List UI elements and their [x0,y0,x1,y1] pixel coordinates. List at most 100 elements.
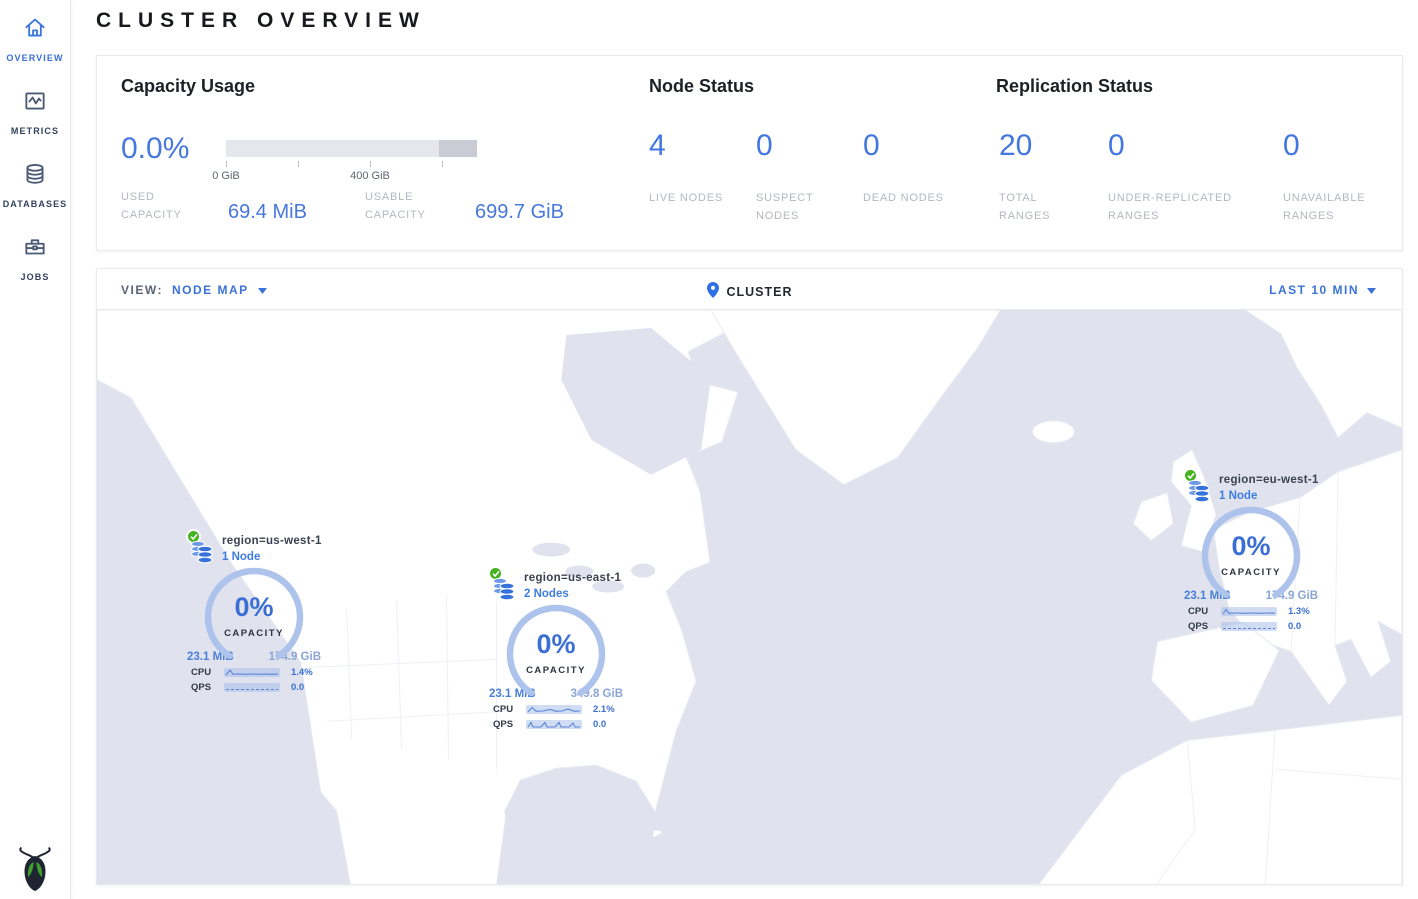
live-nodes-value: 4 [649,131,741,161]
sidebar-item-metrics[interactable]: METRICS [0,73,70,146]
main-content: CLUSTER OVERVIEW Capacity Usage Node Sta… [71,0,1418,899]
cpu-label: CPU [493,704,526,715]
capacity-used-percent: 0.0% [121,132,189,166]
locality-node-count[interactable]: 1 Node [222,551,260,563]
capacity-bar [226,140,477,157]
locality-name[interactable]: region=us-west-1 [222,535,322,547]
capacity-tick-label-0: 0 GiB [196,170,256,182]
time-range-selector[interactable]: LAST 10 MIN [1269,283,1376,297]
qps-sparkline [1221,622,1277,631]
capacity-percent: 0% [204,592,304,623]
cockroachdb-logo [0,845,70,893]
qps-label: QPS [493,719,526,730]
qps-sparkline [224,683,280,692]
sidebar-item-label: JOBS [21,272,50,282]
briefcase-icon [22,234,48,265]
breadcrumb-label: CLUSTER [726,285,792,299]
chevron-down-icon [258,283,267,297]
sidebar-item-overview[interactable]: OVERVIEW [0,0,70,73]
live-nodes-label: LIVE NODES [649,190,741,208]
unavailable-ranges-value: 0 [1283,131,1393,161]
capacity-usage-title: Capacity Usage [121,76,255,97]
locality-marker-us-east-1: region=us-east-1 2 Nodes 0% CAPACITY 23.… [486,566,626,730]
chevron-down-icon [1367,283,1376,297]
usable-capacity-value: 699.7 GiB [475,201,564,224]
cpu-value: 2.1% [593,704,615,715]
under-replicated-ranges-value: 0 [1108,131,1270,161]
breadcrumb[interactable]: CLUSTER [706,282,792,301]
replication-status-title: Replication Status [996,76,1153,97]
qps-value: 0.0 [593,719,606,730]
used-capacity-label: USED CAPACITY [121,189,209,224]
node-map-card: VIEW: NODE MAP CLUSTER LAST 10 MIN [96,268,1403,885]
sidebar: OVERVIEW METRICS DATABASES JOBS [0,0,71,899]
cpu-value: 1.3% [1288,606,1310,617]
qps-label: QPS [191,682,224,693]
total-ranges-label: TOTAL RANGES [999,190,1091,225]
stat-under-replicated-ranges: 0 UNDER-REPLICATED RANGES [1108,131,1270,225]
suspect-nodes-value: 0 [756,131,848,161]
qps-label: QPS [1188,621,1221,632]
page-title: CLUSTER OVERVIEW [96,9,426,33]
locality-name[interactable]: region=us-east-1 [524,572,621,584]
under-replicated-ranges-label: UNDER-REPLICATED RANGES [1108,190,1270,225]
locality-marker-eu-west-1: region=eu-west-1 1 Node 0% CAPACITY 23.1… [1181,468,1321,632]
cpu-value: 1.4% [291,667,313,678]
stat-unavailable-ranges: 0 UNAVAILABLE RANGES [1283,131,1393,225]
stat-suspect-nodes: 0 SUSPECT NODES [756,131,848,225]
capacity-caption: CAPACITY [204,628,304,639]
capacity-caption: CAPACITY [1201,567,1301,578]
dead-nodes-value: 0 [863,131,955,161]
cpu-sparkline [526,705,582,714]
locality-marker-us-west-1: region=us-west-1 1 Node 0% CAPACITY 23.1… [184,529,324,693]
dead-nodes-label: DEAD NODES [863,190,955,208]
qps-sparkline [526,720,582,729]
cpu-label: CPU [1188,606,1221,617]
node-status-title: Node Status [649,76,754,97]
sidebar-item-databases[interactable]: DATABASES [0,146,70,219]
total-ranges-value: 20 [999,131,1091,161]
capacity-axis-tick [442,161,443,167]
capacity-axis-tick [298,161,299,167]
capacity-gauge: 0% CAPACITY [1201,506,1301,606]
unavailable-ranges-label: UNAVAILABLE RANGES [1283,190,1393,225]
stat-dead-nodes: 0 DEAD NODES [863,131,955,208]
cpu-sparkline [1221,607,1277,616]
usable-capacity-label: USABLE CAPACITY [365,189,453,224]
qps-value: 0.0 [1288,621,1301,632]
locality-node-count[interactable]: 1 Node [1219,490,1257,502]
capacity-tick-label-400: 400 GiB [340,170,400,182]
locality-name[interactable]: region=eu-west-1 [1219,474,1319,486]
map-toolbar: VIEW: NODE MAP CLUSTER LAST 10 MIN [97,269,1402,310]
cluster-summary-card: Capacity Usage Node Status Replication S… [96,55,1403,251]
view-value: NODE MAP [172,283,249,297]
qps-value: 0.0 [291,682,304,693]
capacity-gauge: 0% CAPACITY [506,604,606,704]
capacity-caption: CAPACITY [506,665,606,676]
view-label: VIEW: [121,283,163,297]
metrics-icon [22,88,48,119]
suspect-nodes-label: SUSPECT NODES [756,190,848,225]
capacity-percent: 0% [1201,531,1301,562]
world-map: region=us-west-1 1 Node 0% CAPACITY 23.1… [97,310,1402,884]
capacity-percent: 0% [506,629,606,660]
sidebar-item-jobs[interactable]: JOBS [0,219,70,292]
stat-live-nodes: 4 LIVE NODES [649,131,741,208]
cpu-sparkline [224,668,280,677]
stat-total-ranges: 20 TOTAL RANGES [999,131,1091,225]
view-selector[interactable]: VIEW: NODE MAP [121,283,267,297]
capacity-bar-reserved-segment [439,140,477,157]
capacity-axis-tick [370,161,371,167]
used-capacity-value: 69.4 MiB [228,201,307,224]
location-pin-icon [706,282,718,301]
sidebar-item-label: DATABASES [3,199,68,209]
locality-node-count[interactable]: 2 Nodes [524,588,569,600]
sidebar-item-label: OVERVIEW [6,53,63,63]
sidebar-item-label: METRICS [11,126,59,136]
capacity-gauge: 0% CAPACITY [204,567,304,667]
capacity-axis-tick [226,161,227,167]
home-icon [22,15,48,46]
cpu-label: CPU [191,667,224,678]
database-icon [22,161,48,192]
time-range-value: LAST 10 MIN [1269,283,1359,297]
